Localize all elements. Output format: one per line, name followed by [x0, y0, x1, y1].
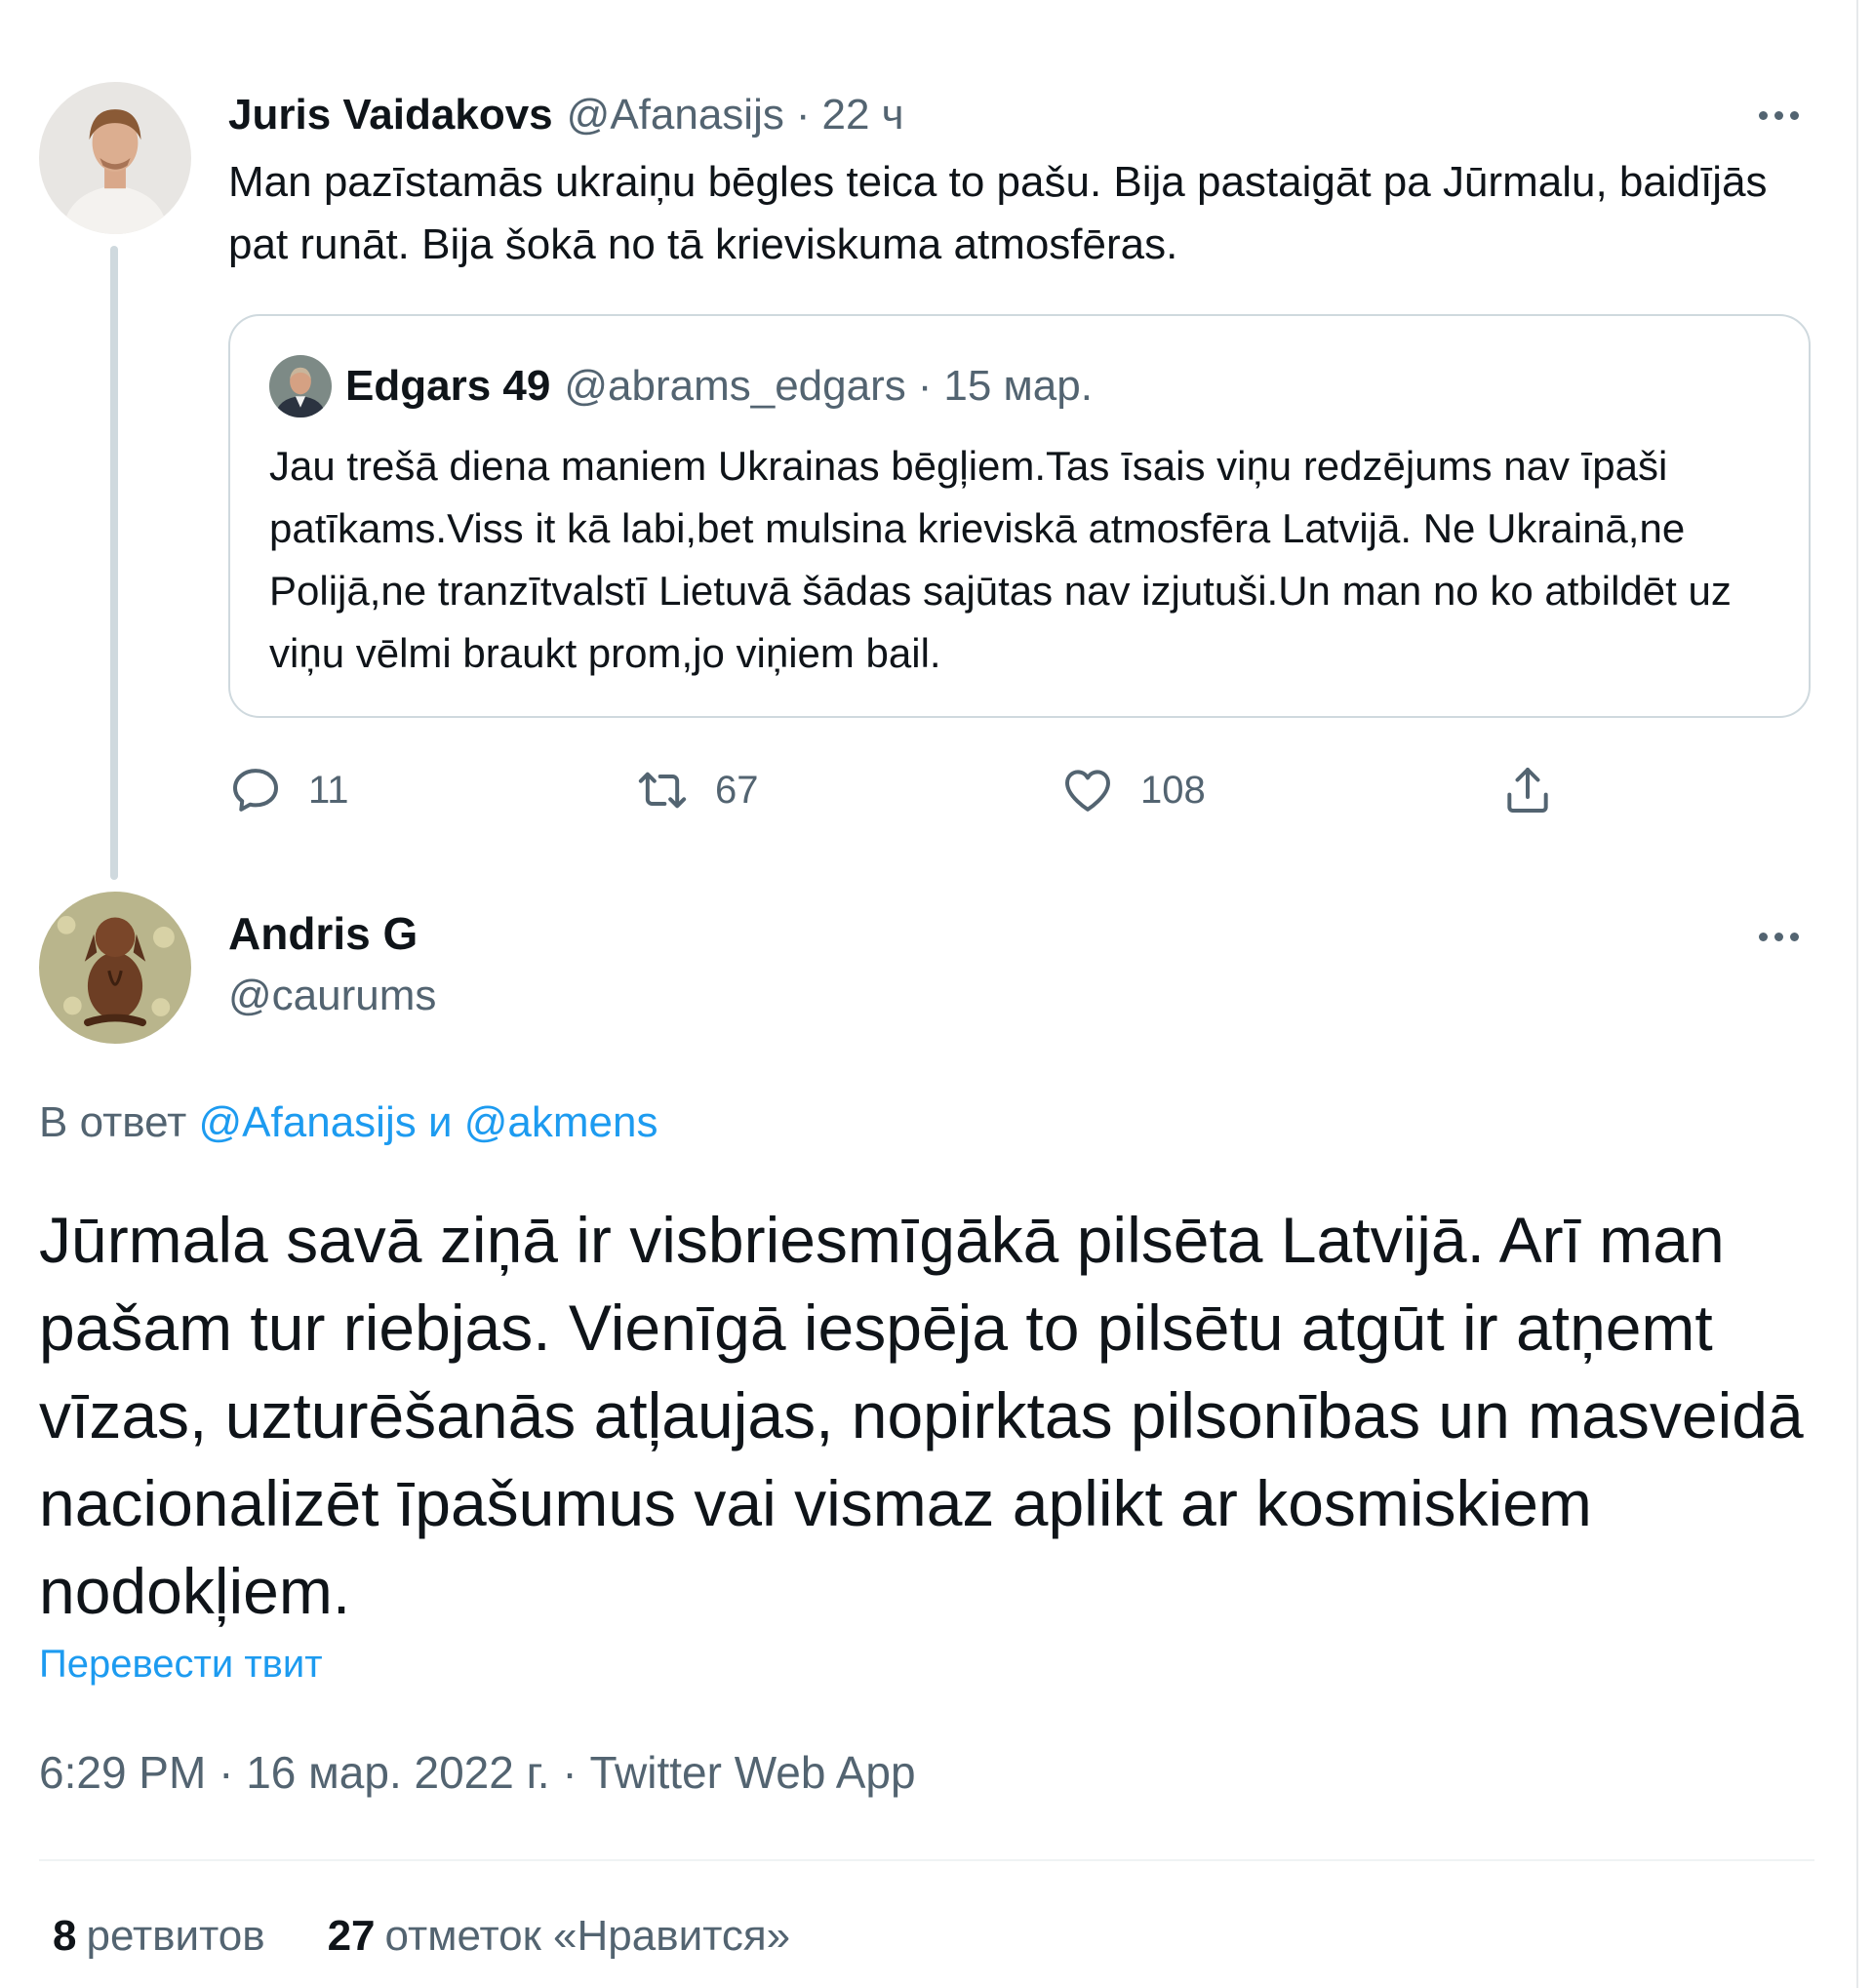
more-options-icon[interactable]	[1759, 927, 1799, 946]
avatar-juris-vaidakovs[interactable]	[39, 82, 191, 234]
like-count: 108	[1140, 768, 1206, 812]
reply-button[interactable]: 11	[228, 759, 349, 821]
retweet-button[interactable]: 67	[635, 759, 759, 821]
avatar-andris-g[interactable]	[39, 892, 191, 1044]
likes-stat[interactable]: 27 отметок «Нравится»	[328, 1912, 791, 1961]
thread-connector-line	[110, 246, 118, 880]
parent-tweet-header: Juris Vaidakovs @Afanasijs · 22 ч	[228, 86, 904, 144]
retweet-count: 8	[53, 1912, 77, 1960]
tweet-date[interactable]: 16 мар. 2022 г.	[246, 1747, 549, 1798]
separator-dot: ·	[917, 362, 933, 410]
parent-tweet-text: Man pazīstamās ukraiņu bēgles teica to p…	[228, 158, 1768, 268]
quoted-author-handle[interactable]: @abrams_edgars	[564, 362, 905, 411]
reply-count: 11	[308, 768, 349, 812]
translate-tweet-link[interactable]: Перевести твит	[39, 1643, 323, 1687]
reply-author-handle[interactable]: @caurums	[228, 972, 436, 1020]
like-button[interactable]: 108	[1060, 759, 1206, 821]
quoted-author-name[interactable]: Edgars 49	[345, 362, 550, 411]
separator-dot: ·	[219, 1747, 234, 1798]
avatar-photo-icon	[269, 355, 332, 417]
replying-prefix: В ответ	[39, 1098, 187, 1146]
tweet-time[interactable]: 22 ч	[822, 91, 904, 139]
separator-dot: ·	[562, 1747, 578, 1798]
replying-to-line: В ответ @Afanasijs и @akmens	[39, 1098, 658, 1147]
reply-author-name[interactable]: Andris G	[228, 907, 418, 960]
reply-tweet-text: Jūrmala savā ziņā ir visbriesmīgākā pils…	[39, 1204, 1804, 1627]
mention-link[interactable]: @akmens	[464, 1098, 658, 1146]
avatar-cartoon-icon	[39, 892, 191, 1044]
mention-link[interactable]: @Afanasijs	[199, 1098, 417, 1146]
more-options-icon[interactable]	[1759, 105, 1799, 125]
author-name[interactable]: Juris Vaidakovs	[228, 91, 553, 139]
retweet-count: 67	[715, 768, 759, 812]
avatar-photo-icon	[39, 82, 191, 234]
tweet-time[interactable]: 6:29 PM	[39, 1747, 206, 1798]
retweet-icon	[638, 772, 687, 809]
separator-dot: ·	[795, 91, 811, 139]
replying-and: и	[427, 1098, 453, 1146]
retweet-label: ретвитов	[86, 1912, 265, 1960]
avatar-edgars-49[interactable]	[269, 355, 332, 417]
quoted-tweet-text: Jau trešā diena maniem Ukrainas bēgļiem.…	[269, 443, 1732, 676]
quoted-tweet-header: Edgars 49 @abrams_edgars · 15 мар.	[345, 355, 1093, 417]
share-button[interactable]	[1500, 759, 1555, 821]
page-right-border	[1856, 0, 1858, 1988]
quoted-tweet-card[interactable]: Edgars 49 @abrams_edgars · 15 мар. Jau t…	[228, 314, 1811, 718]
reply-bubble-icon	[233, 769, 278, 812]
like-count: 27	[327, 1912, 376, 1960]
tweet-source[interactable]: Twitter Web App	[589, 1747, 915, 1798]
tweet-stats: 8 ретвитов 27 отметок «Нравится»	[53, 1912, 790, 1961]
heart-icon	[1065, 770, 1110, 812]
like-label: отметок «Нравится»	[384, 1912, 791, 1960]
author-handle[interactable]: @Afanasijs	[567, 91, 784, 139]
tweet-meta: 6:29 PM · 16 мар. 2022 г. · Twitter Web …	[39, 1746, 916, 1799]
divider	[39, 1859, 1814, 1861]
share-upload-icon	[1507, 768, 1548, 813]
retweets-stat[interactable]: 8 ретвитов	[53, 1912, 265, 1961]
quoted-tweet-time[interactable]: 15 мар.	[943, 362, 1093, 411]
